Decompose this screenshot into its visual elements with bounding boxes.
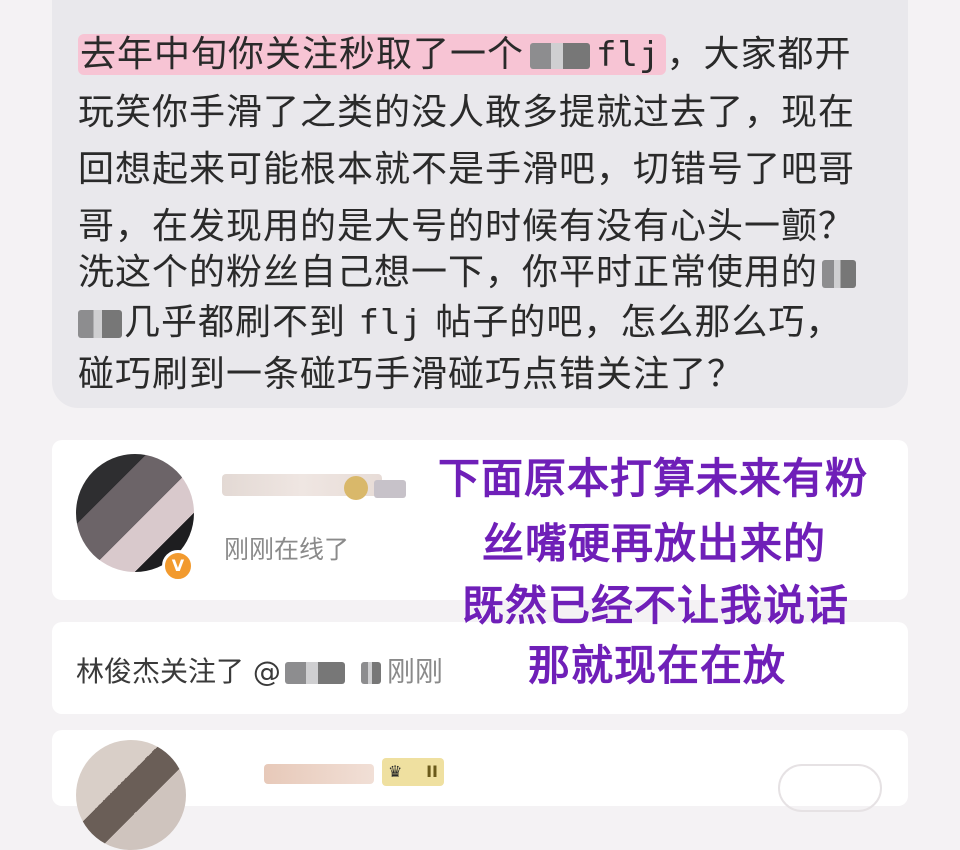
redacted-text <box>822 260 857 288</box>
redacted-text <box>360 662 381 684</box>
avatar[interactable] <box>76 740 186 850</box>
highlighted-text: 去年中旬你关注秒取了一个 flj <box>78 34 667 75</box>
profile-card-2[interactable]: ♛ II <box>52 730 908 850</box>
crown-icon: ♛ <box>388 762 403 781</box>
verified-badge: V <box>162 550 194 582</box>
post-line-7: 碰巧刷到一条碰巧手滑碰巧点错关注了？ <box>78 354 745 395</box>
post-line-6: 几乎都刷不到 flj 帖子的吧，怎么那么巧， <box>78 300 842 346</box>
overlay-line-4: 那就现在在放 <box>528 641 787 690</box>
redacted-username <box>264 764 374 784</box>
follow-button[interactable] <box>778 764 882 812</box>
post-line-1: 去年中旬你关注秒取了一个 flj ，大家都开 <box>78 34 852 75</box>
online-status: 刚刚在线了 <box>224 535 350 564</box>
crown-icon <box>344 476 368 500</box>
follow-notice-text: 林俊杰关注了 @ 刚刚 <box>76 655 443 688</box>
redacted-text <box>530 43 591 69</box>
post-line-2: 玩笑你手滑了之类的没人敢多提就过去了，现在 <box>78 92 856 133</box>
level-badge: ♛ II <box>382 758 444 786</box>
redacted-text <box>284 662 345 684</box>
overlay-line-2: 丝嘴硬再放出来的 <box>482 519 827 568</box>
overlay-line-1: 下面原本打算未来有粉 <box>438 454 869 503</box>
post-line-3: 回想起来可能根本就不是手滑吧，切错号了吧哥 <box>78 149 856 190</box>
post-line-5: 洗这个的粉丝自己想一下，你平时正常使用的 <box>78 250 857 296</box>
overlay-line-3: 既然已经不让我说话 <box>462 581 850 630</box>
level-badge-icon <box>374 480 406 498</box>
redacted-text <box>78 310 122 338</box>
post-line-4: 哥，在发现用的是大号的时候有没有心头一颤？ <box>78 206 856 247</box>
